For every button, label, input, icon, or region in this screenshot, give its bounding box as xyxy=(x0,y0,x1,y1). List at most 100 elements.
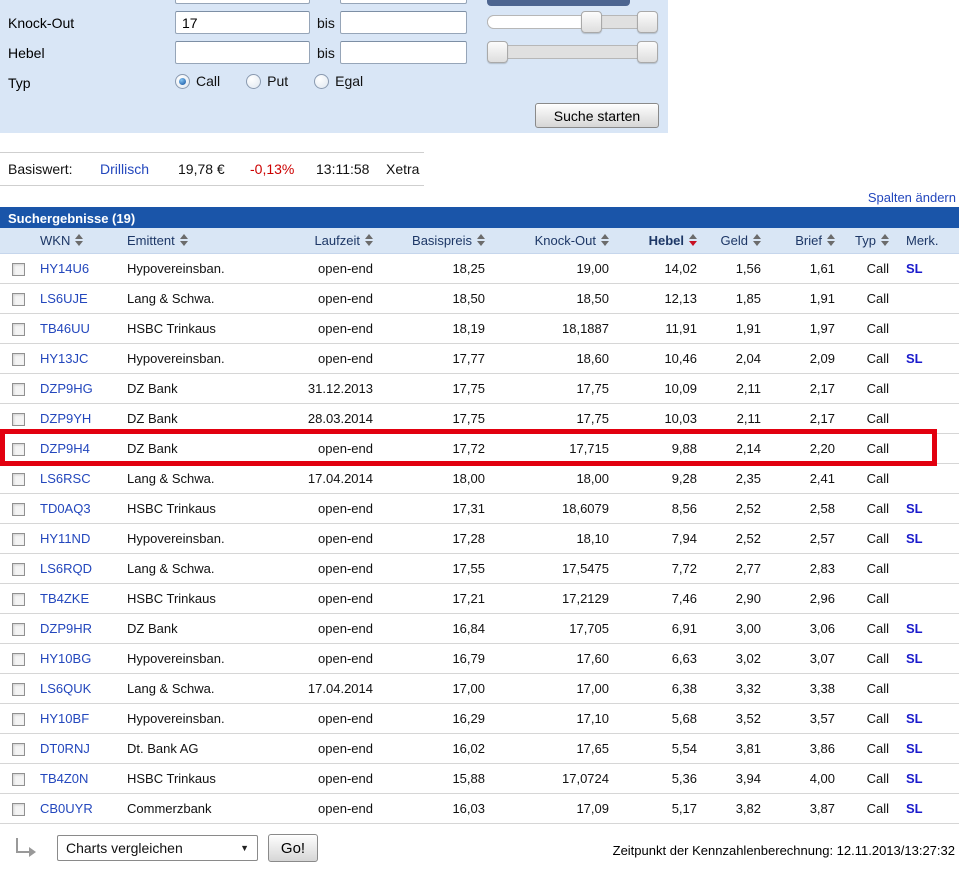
row-checkbox[interactable] xyxy=(12,743,25,756)
wkn-link[interactable]: TB4Z0N xyxy=(40,771,88,786)
cell-merk[interactable]: SL xyxy=(893,493,959,523)
wkn-link[interactable]: HY11ND xyxy=(40,531,90,546)
col-header-laufzeit[interactable]: Laufzeit xyxy=(285,228,377,253)
cell-merk[interactable]: SL xyxy=(893,343,959,373)
basiswert-name-link[interactable]: Drillisch xyxy=(100,161,149,177)
col-header-basispreis[interactable]: Basispreis xyxy=(377,228,489,253)
cell-merk[interactable]: SL xyxy=(893,643,959,673)
col-header-typ[interactable]: Typ xyxy=(839,228,893,253)
charts-select[interactable]: Charts vergleichen ▼ xyxy=(57,835,258,861)
wkn-link[interactable]: HY10BG xyxy=(40,651,91,666)
sl-badge[interactable]: SL xyxy=(906,711,923,726)
slider-handle-right[interactable] xyxy=(637,41,658,63)
wkn-link[interactable]: DZP9YH xyxy=(40,411,91,426)
row-checkbox[interactable] xyxy=(12,263,25,276)
cell-merk[interactable]: SL xyxy=(893,733,959,763)
suche-starten-button[interactable]: Suche starten xyxy=(535,103,659,128)
row-checkbox[interactable] xyxy=(12,473,25,486)
wkn-link[interactable]: HY14U6 xyxy=(40,261,89,276)
row-checkbox[interactable] xyxy=(12,533,25,546)
wkn-link[interactable]: LS6RQD xyxy=(40,561,92,576)
slider-handle-right[interactable] xyxy=(637,11,658,33)
sl-badge[interactable]: SL xyxy=(906,261,923,276)
row-checkbox[interactable] xyxy=(12,623,25,636)
sl-badge[interactable]: SL xyxy=(906,801,923,816)
hebel-from-input[interactable] xyxy=(175,41,310,64)
sort-arrows-icon[interactable] xyxy=(689,234,697,246)
cell-merk[interactable]: SL xyxy=(893,523,959,553)
radio-circle[interactable] xyxy=(314,74,329,89)
radio-option-put[interactable]: Put xyxy=(246,73,288,89)
col-header-knock-out[interactable]: Knock-Out xyxy=(489,228,613,253)
sort-arrows-icon[interactable] xyxy=(365,234,373,246)
col-header-hebel[interactable]: Hebel xyxy=(613,228,701,253)
sl-badge[interactable]: SL xyxy=(906,351,923,366)
col-header-emittent[interactable]: Emittent xyxy=(122,228,285,253)
row-checkbox[interactable] xyxy=(12,593,25,606)
wkn-link[interactable]: CB0UYR xyxy=(40,801,93,816)
cell-merk[interactable]: SL xyxy=(893,763,959,793)
cutoff-input-to[interactable] xyxy=(340,0,467,4)
cutoff-slider[interactable] xyxy=(487,0,630,6)
sl-badge[interactable]: SL xyxy=(906,501,923,516)
row-checkbox[interactable] xyxy=(12,773,25,786)
radio-circle[interactable] xyxy=(246,74,261,89)
cutoff-input-from[interactable] xyxy=(175,0,310,4)
row-checkbox[interactable] xyxy=(12,323,25,336)
sl-badge[interactable]: SL xyxy=(906,621,923,636)
sort-arrows-icon[interactable] xyxy=(827,234,835,246)
wkn-link[interactable]: TB4ZKE xyxy=(40,591,89,606)
row-checkbox[interactable] xyxy=(12,413,25,426)
row-checkbox[interactable] xyxy=(12,353,25,366)
radio-option-egal[interactable]: Egal xyxy=(314,73,363,89)
cell-merk[interactable]: SL xyxy=(893,253,959,283)
wkn-link[interactable]: LS6RSC xyxy=(40,471,91,486)
knockout-from-input[interactable] xyxy=(175,11,310,34)
sort-arrows-icon[interactable] xyxy=(753,234,761,246)
radio-circle[interactable] xyxy=(175,74,190,89)
go-button[interactable]: Go! xyxy=(268,834,318,862)
col-header-geld[interactable]: Geld xyxy=(701,228,765,253)
slider-handle-left[interactable] xyxy=(487,41,508,63)
knockout-range-slider[interactable] xyxy=(487,14,658,30)
sl-badge[interactable]: SL xyxy=(906,741,923,756)
row-checkbox[interactable] xyxy=(12,563,25,576)
col-header-brief[interactable]: Brief xyxy=(765,228,839,253)
sort-arrows-icon[interactable] xyxy=(477,234,485,246)
wkn-link[interactable]: TD0AQ3 xyxy=(40,501,91,516)
slider-track[interactable] xyxy=(487,45,658,59)
row-checkbox[interactable] xyxy=(12,503,25,516)
cell-merk[interactable]: SL xyxy=(893,613,959,643)
wkn-link[interactable]: HY13JC xyxy=(40,351,88,366)
col-header-wkn[interactable]: WKN xyxy=(34,228,122,253)
sl-badge[interactable]: SL xyxy=(906,531,923,546)
spalten-aendern-link[interactable]: Spalten ändern xyxy=(868,190,956,205)
wkn-link[interactable]: LS6QUK xyxy=(40,681,91,696)
sort-arrows-icon[interactable] xyxy=(180,234,188,246)
hebel-range-slider[interactable] xyxy=(487,44,658,60)
cell-merk[interactable]: SL xyxy=(893,703,959,733)
row-checkbox[interactable] xyxy=(12,293,25,306)
wkn-link[interactable]: DZP9HR xyxy=(40,621,92,636)
row-checkbox[interactable] xyxy=(12,443,25,456)
knockout-to-input[interactable] xyxy=(340,11,467,34)
row-checkbox[interactable] xyxy=(12,683,25,696)
sl-badge[interactable]: SL xyxy=(906,771,923,786)
sl-badge[interactable]: SL xyxy=(906,651,923,666)
row-checkbox[interactable] xyxy=(12,803,25,816)
wkn-link[interactable]: HY10BF xyxy=(40,711,89,726)
hebel-to-input[interactable] xyxy=(340,41,467,64)
row-checkbox[interactable] xyxy=(12,383,25,396)
sort-arrows-icon[interactable] xyxy=(75,234,83,246)
radio-option-call[interactable]: Call xyxy=(175,73,220,89)
sort-arrows-icon[interactable] xyxy=(881,234,889,246)
wkn-link[interactable]: LS6UJE xyxy=(40,291,88,306)
row-checkbox[interactable] xyxy=(12,653,25,666)
cell-merk[interactable]: SL xyxy=(893,793,959,823)
wkn-link[interactable]: DZP9H4 xyxy=(40,441,90,456)
row-checkbox[interactable] xyxy=(12,713,25,726)
sort-arrows-icon[interactable] xyxy=(601,234,609,246)
slider-handle-left[interactable] xyxy=(581,11,602,33)
wkn-link[interactable]: TB46UU xyxy=(40,321,90,336)
wkn-link[interactable]: DT0RNJ xyxy=(40,741,90,756)
